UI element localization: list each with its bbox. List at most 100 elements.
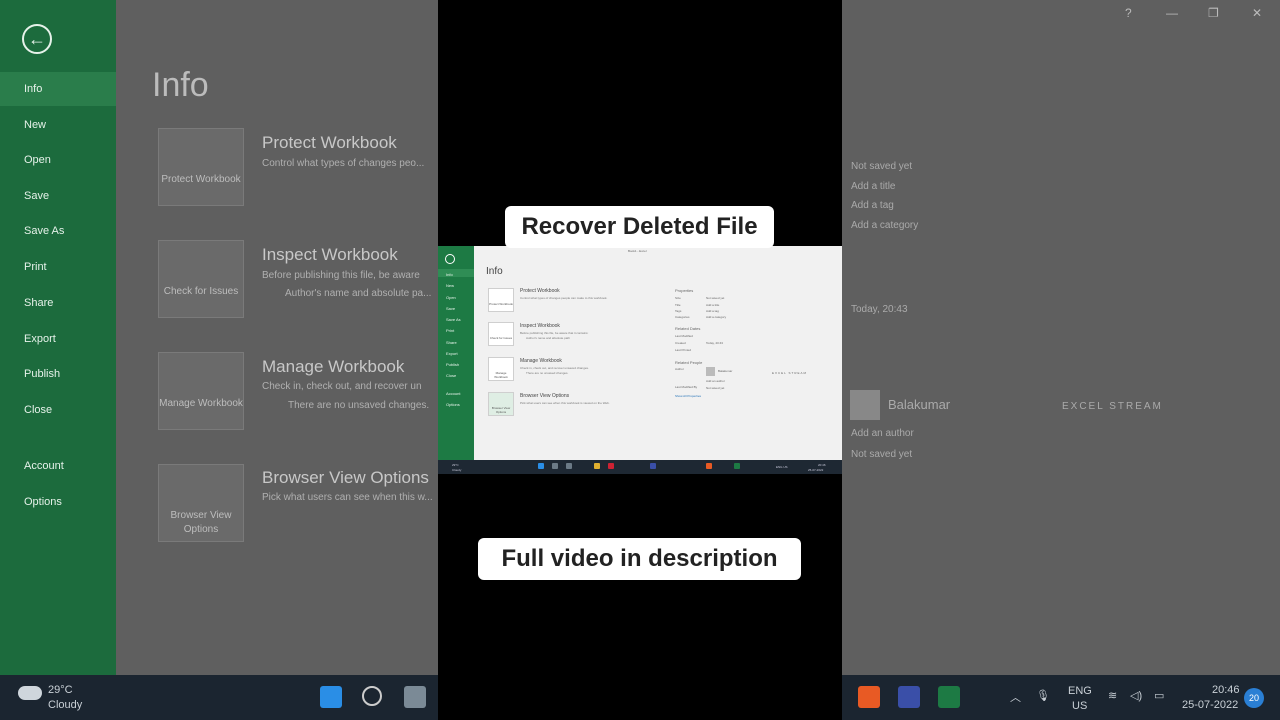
inner-search-icon (552, 463, 558, 469)
bg-sidebar-item-share[interactable]: Share (24, 297, 53, 309)
notification-badge[interactable]: 20 (1244, 688, 1264, 708)
zoom-icon[interactable] (898, 686, 920, 708)
inner-sidebar-item-save[interactable]: Save (446, 306, 455, 311)
chevron-up-icon[interactable]: ︿ (1010, 689, 1021, 705)
inner-excel-icon (734, 463, 740, 469)
inner-show-all-properties[interactable]: Show All Properties (675, 394, 701, 398)
bg-sidebar-item-save-as[interactable]: Save As (24, 225, 64, 237)
weather-temp[interactable]: 29°C (48, 684, 73, 696)
volume-icon[interactable]: ◁) (1130, 689, 1142, 702)
inner-last-modified-key: Last Modified (675, 334, 693, 338)
language-eng[interactable]: ENG (1068, 685, 1092, 697)
inner-inspect-bullet: Author's name and absolute path (526, 336, 570, 340)
inner-sidebar-item-open[interactable]: Open (446, 295, 456, 300)
inner-excel-screenshot: Info New Open Save Save As Print Share E… (438, 246, 842, 474)
weather-desc[interactable]: Cloudy (48, 699, 82, 711)
microphone-icon[interactable]: 🎙 (1036, 689, 1050, 702)
inner-sidebar-selected (438, 269, 474, 277)
inner-inspect-desc: Before publishing this file, be aware th… (520, 331, 589, 335)
inner-prop-tags-key: Tags (675, 309, 682, 313)
inner-author-label: Author (675, 367, 684, 371)
bg-sidebar-item-close[interactable]: Close (24, 404, 52, 416)
bg-browser-view-title: Browser View Options (262, 468, 429, 487)
inner-sidebar-item-new[interactable]: New (446, 283, 454, 288)
inner-sidebar-item-export[interactable]: Export (446, 351, 458, 356)
task-view-icon[interactable] (404, 686, 426, 708)
inner-sidebar-item-account[interactable]: Account (446, 391, 460, 396)
inner-back-arrow-icon[interactable] (445, 254, 455, 264)
bg-sidebar-item-save[interactable]: Save (24, 190, 49, 202)
bg-sidebar-item-print[interactable]: Print (24, 261, 47, 273)
inner-zoom-icon (650, 463, 656, 469)
bg-sidebar-item-account[interactable]: Account (24, 460, 64, 472)
inner-sidebar-item-share[interactable]: Share (446, 340, 457, 345)
inner-manage-title: Manage Workbook (520, 358, 562, 364)
bg-created-date: Today, 20:43 (851, 304, 908, 315)
inner-browser-view-desc: Pick what users can see when this workbo… (520, 401, 610, 405)
inner-related-dates: Related Dates (675, 326, 701, 331)
back-arrow-icon[interactable]: ← (22, 24, 52, 54)
bg-add-category[interactable]: Add a category (851, 220, 918, 231)
inner-protect-card[interactable]: Protect Workbook (488, 288, 514, 312)
background-sidebar-selected (0, 72, 116, 106)
inner-sidebar-item-print[interactable]: Print (446, 328, 454, 333)
inner-prop-categories-key: Categories (675, 315, 690, 319)
windows-start-icon[interactable] (320, 686, 342, 708)
restore-icon[interactable]: ❐ (1208, 6, 1219, 20)
bg-sidebar-item-options[interactable]: Options (24, 496, 62, 508)
inner-prop-title-val[interactable]: Add a title (706, 303, 719, 307)
bg-add-author[interactable]: Add an author (851, 428, 914, 439)
inner-start-icon (538, 463, 544, 469)
excel-taskbar-icon[interactable] (938, 686, 960, 708)
inner-weather-temp: 29°C (452, 463, 459, 467)
inner-browser-view-card[interactable]: Browser View Options (488, 392, 514, 416)
inner-sidebar-item-save-as[interactable]: Save As (446, 317, 461, 322)
bg-protect-workbook-card[interactable]: Protect Workbook (158, 128, 244, 206)
close-icon[interactable]: ✕ (1252, 6, 1262, 20)
inner-related-people: Related People (675, 360, 703, 365)
battery-icon[interactable]: ▭ (1154, 689, 1164, 702)
inner-prop-tags-val[interactable]: Add a tag (706, 309, 719, 313)
inner-sidebar-item-options[interactable]: Options (446, 402, 460, 407)
bg-sidebar-item-open[interactable]: Open (24, 154, 51, 166)
inner-check-issues-card[interactable]: Check for Issues (488, 322, 514, 346)
bg-sidebar-item-publish[interactable]: Publish (24, 368, 60, 380)
bg-add-tag[interactable]: Add a tag (851, 200, 894, 211)
inner-sidebar-item-publish[interactable]: Publish (446, 362, 459, 367)
language-us[interactable]: US (1072, 700, 1087, 712)
minimize-icon[interactable]: — (1166, 6, 1178, 20)
bg-browser-view-card[interactable]: Browser View Options (158, 464, 244, 542)
search-icon[interactable] (362, 686, 382, 706)
inner-sidebar-item-info[interactable]: Info (446, 272, 453, 277)
bg-check-issues-card[interactable]: Check for Issues (158, 240, 244, 318)
brave-browser-icon[interactable] (858, 686, 880, 708)
bg-sidebar-item-info[interactable]: Info (24, 83, 42, 95)
inner-sidebar-item-close[interactable]: Close (446, 373, 456, 378)
bg-sidebar-item-new[interactable]: New (24, 119, 46, 131)
inner-page-title: Info (486, 266, 503, 277)
inner-created-val: Today, 20:43 (706, 341, 723, 345)
bg-manage-workbook-bullet: There are no unsaved changes. (288, 400, 430, 411)
bg-browser-view-desc: Pick what users can see when this w... (262, 492, 433, 503)
inner-prop-categories-val[interactable]: Add a category (706, 315, 726, 319)
inner-last-printed-key: Last Printed (675, 348, 692, 352)
inner-manage-card[interactable]: Manage Workbook (488, 357, 514, 381)
inner-time: 20:46 (818, 463, 826, 467)
bg-author-name: Balakumar (888, 397, 951, 412)
help-icon[interactable]: ? (1125, 6, 1132, 20)
inner-author-avatar (706, 367, 715, 376)
inner-properties-header[interactable]: Properties (675, 288, 693, 293)
inner-language: ENG US (776, 465, 788, 469)
cloud-icon (18, 686, 42, 700)
clock-time[interactable]: 20:46 (1212, 684, 1240, 696)
top-caption: Recover Deleted File (505, 206, 774, 248)
inner-add-author[interactable]: Add an author (706, 379, 725, 383)
bg-watermark: EXCEL STREAM (1062, 401, 1163, 412)
clock-date[interactable]: 25-07-2022 (1182, 699, 1238, 711)
inner-protect-title: Protect Workbook (520, 288, 560, 294)
bg-sidebar-item-export[interactable]: Export (24, 333, 56, 345)
bg-not-saved-2: Not saved yet (851, 449, 913, 460)
bg-manage-workbook-card[interactable]: Manage Workbook (158, 352, 244, 430)
wifi-icon[interactable]: ≋ (1108, 689, 1117, 702)
bg-add-title[interactable]: Add a title (851, 181, 895, 192)
